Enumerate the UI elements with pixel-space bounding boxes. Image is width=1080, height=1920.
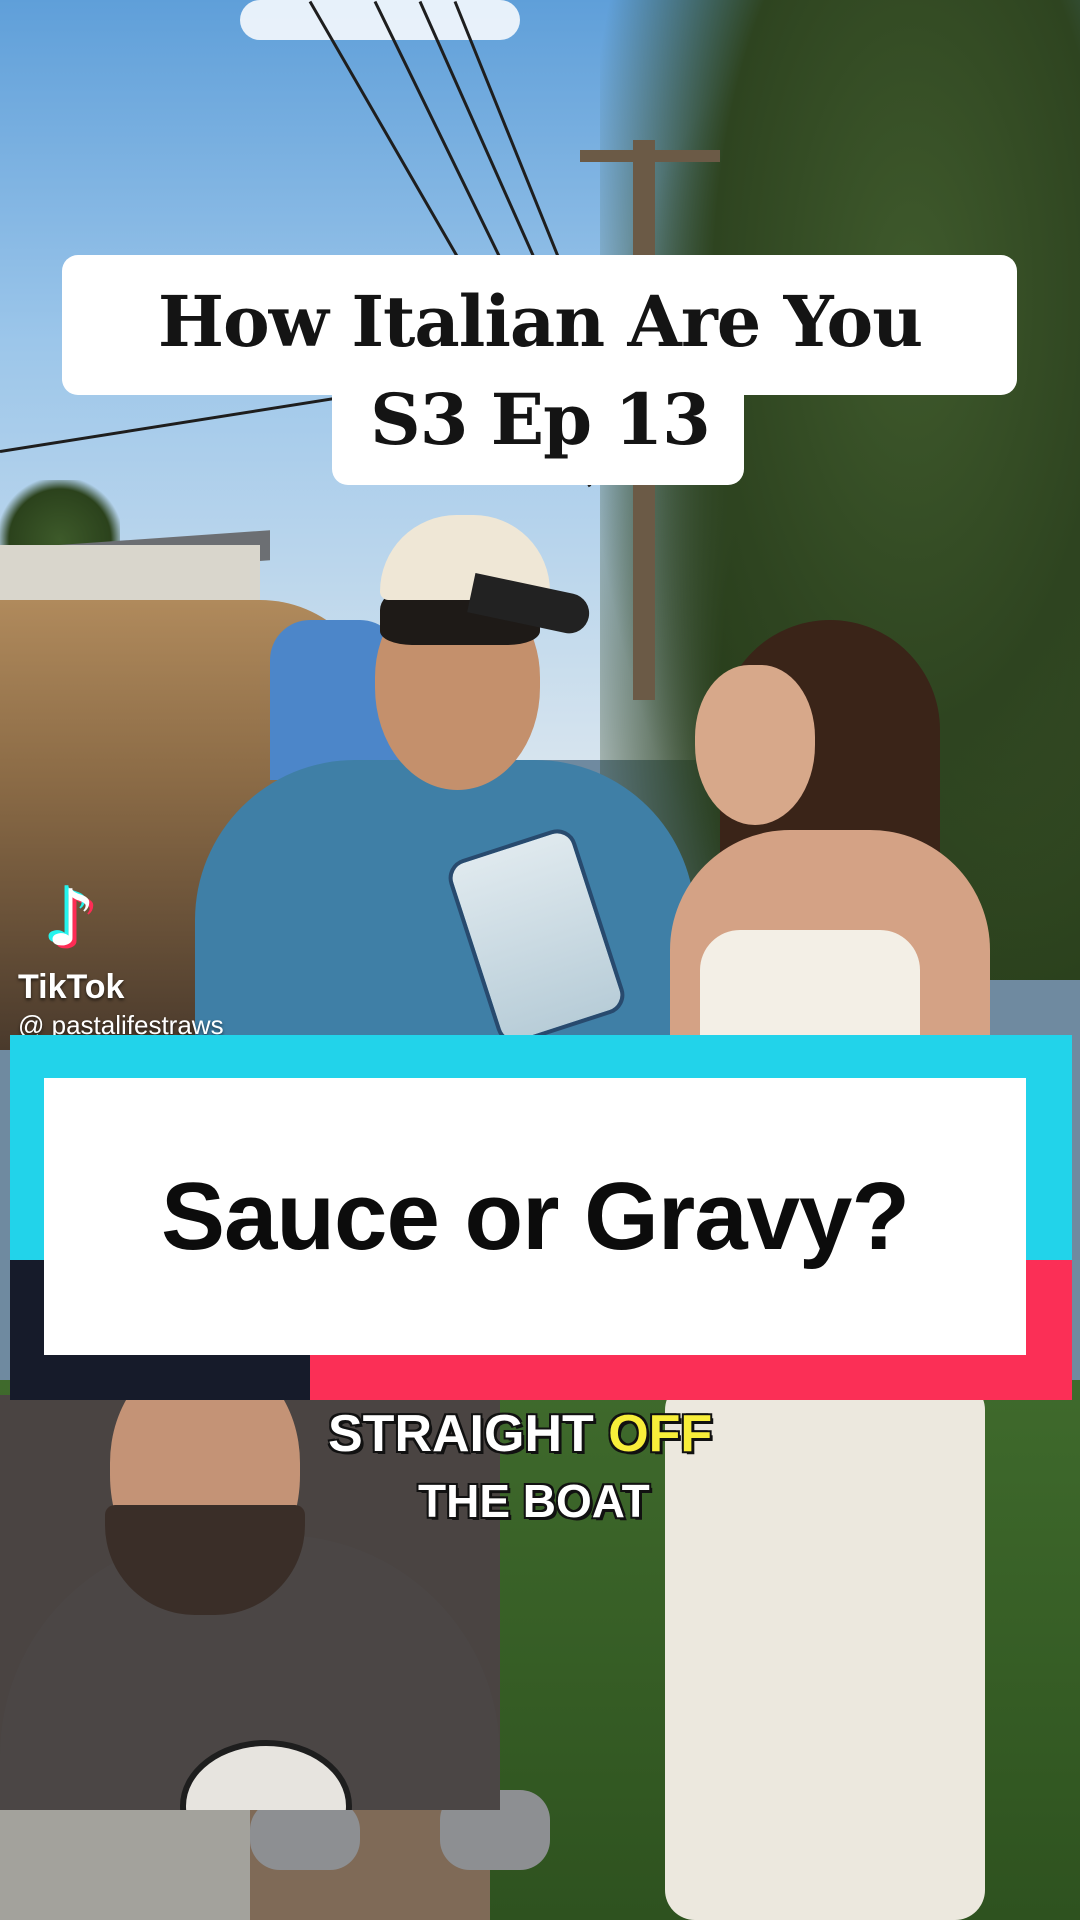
tiktok-note-icon: ♪ — [46, 874, 96, 964]
subtitle-word: STRAIGHT — [328, 1405, 594, 1463]
subtitle-line1: STRAIGHT OFF — [328, 1404, 712, 1464]
question-text: Sauce or Gravy? — [160, 1162, 910, 1270]
tiktok-brand: TikTok — [18, 968, 125, 1006]
shoe — [250, 1800, 360, 1870]
episode-label: S3 Ep 13 — [370, 378, 711, 461]
cloud — [240, 0, 520, 40]
subtitle-line2: THE BOAT — [418, 1475, 650, 1527]
woman-pants — [665, 1380, 985, 1920]
subtitle-highlight-word: OFF — [608, 1405, 713, 1463]
video-title: How Italian Are You — [157, 280, 923, 363]
utility-crossbar — [580, 150, 720, 162]
woman-face — [695, 665, 815, 825]
